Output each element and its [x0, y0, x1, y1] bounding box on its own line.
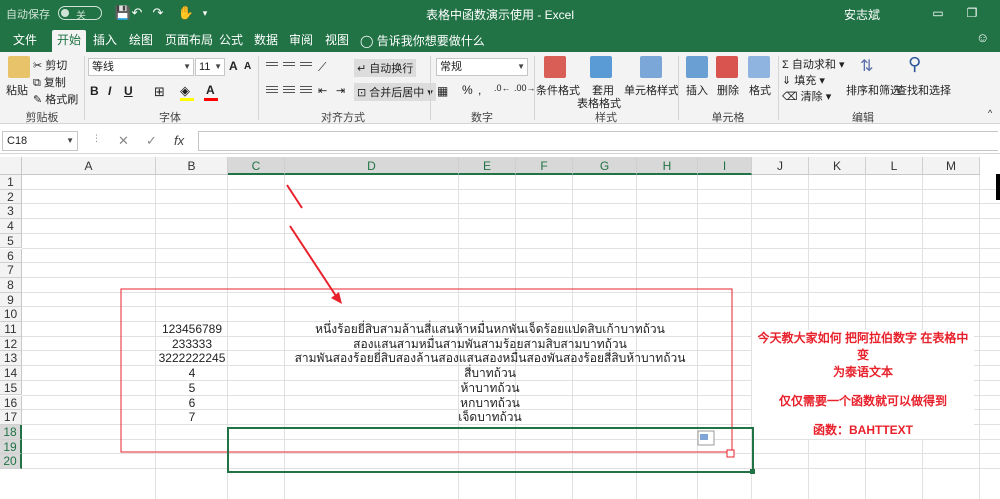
red-arrow-line — [289, 225, 337, 297]
red-box-handle — [726, 449, 735, 458]
quick-analysis-glyph — [700, 434, 708, 440]
red-arrow-head — [331, 292, 342, 304]
selection-range — [227, 427, 754, 473]
red-arrow-line-upper — [286, 184, 303, 209]
fill-handle — [750, 469, 755, 474]
scroll-edge-mark — [996, 174, 1000, 200]
excel-window: 自动保存 关 💾 ↶ ↷ ✋ ▾ 表格中函数演示使用 - Excel 安志斌 ▭… — [0, 0, 1000, 499]
annotation-overlay — [120, 174, 1000, 474]
